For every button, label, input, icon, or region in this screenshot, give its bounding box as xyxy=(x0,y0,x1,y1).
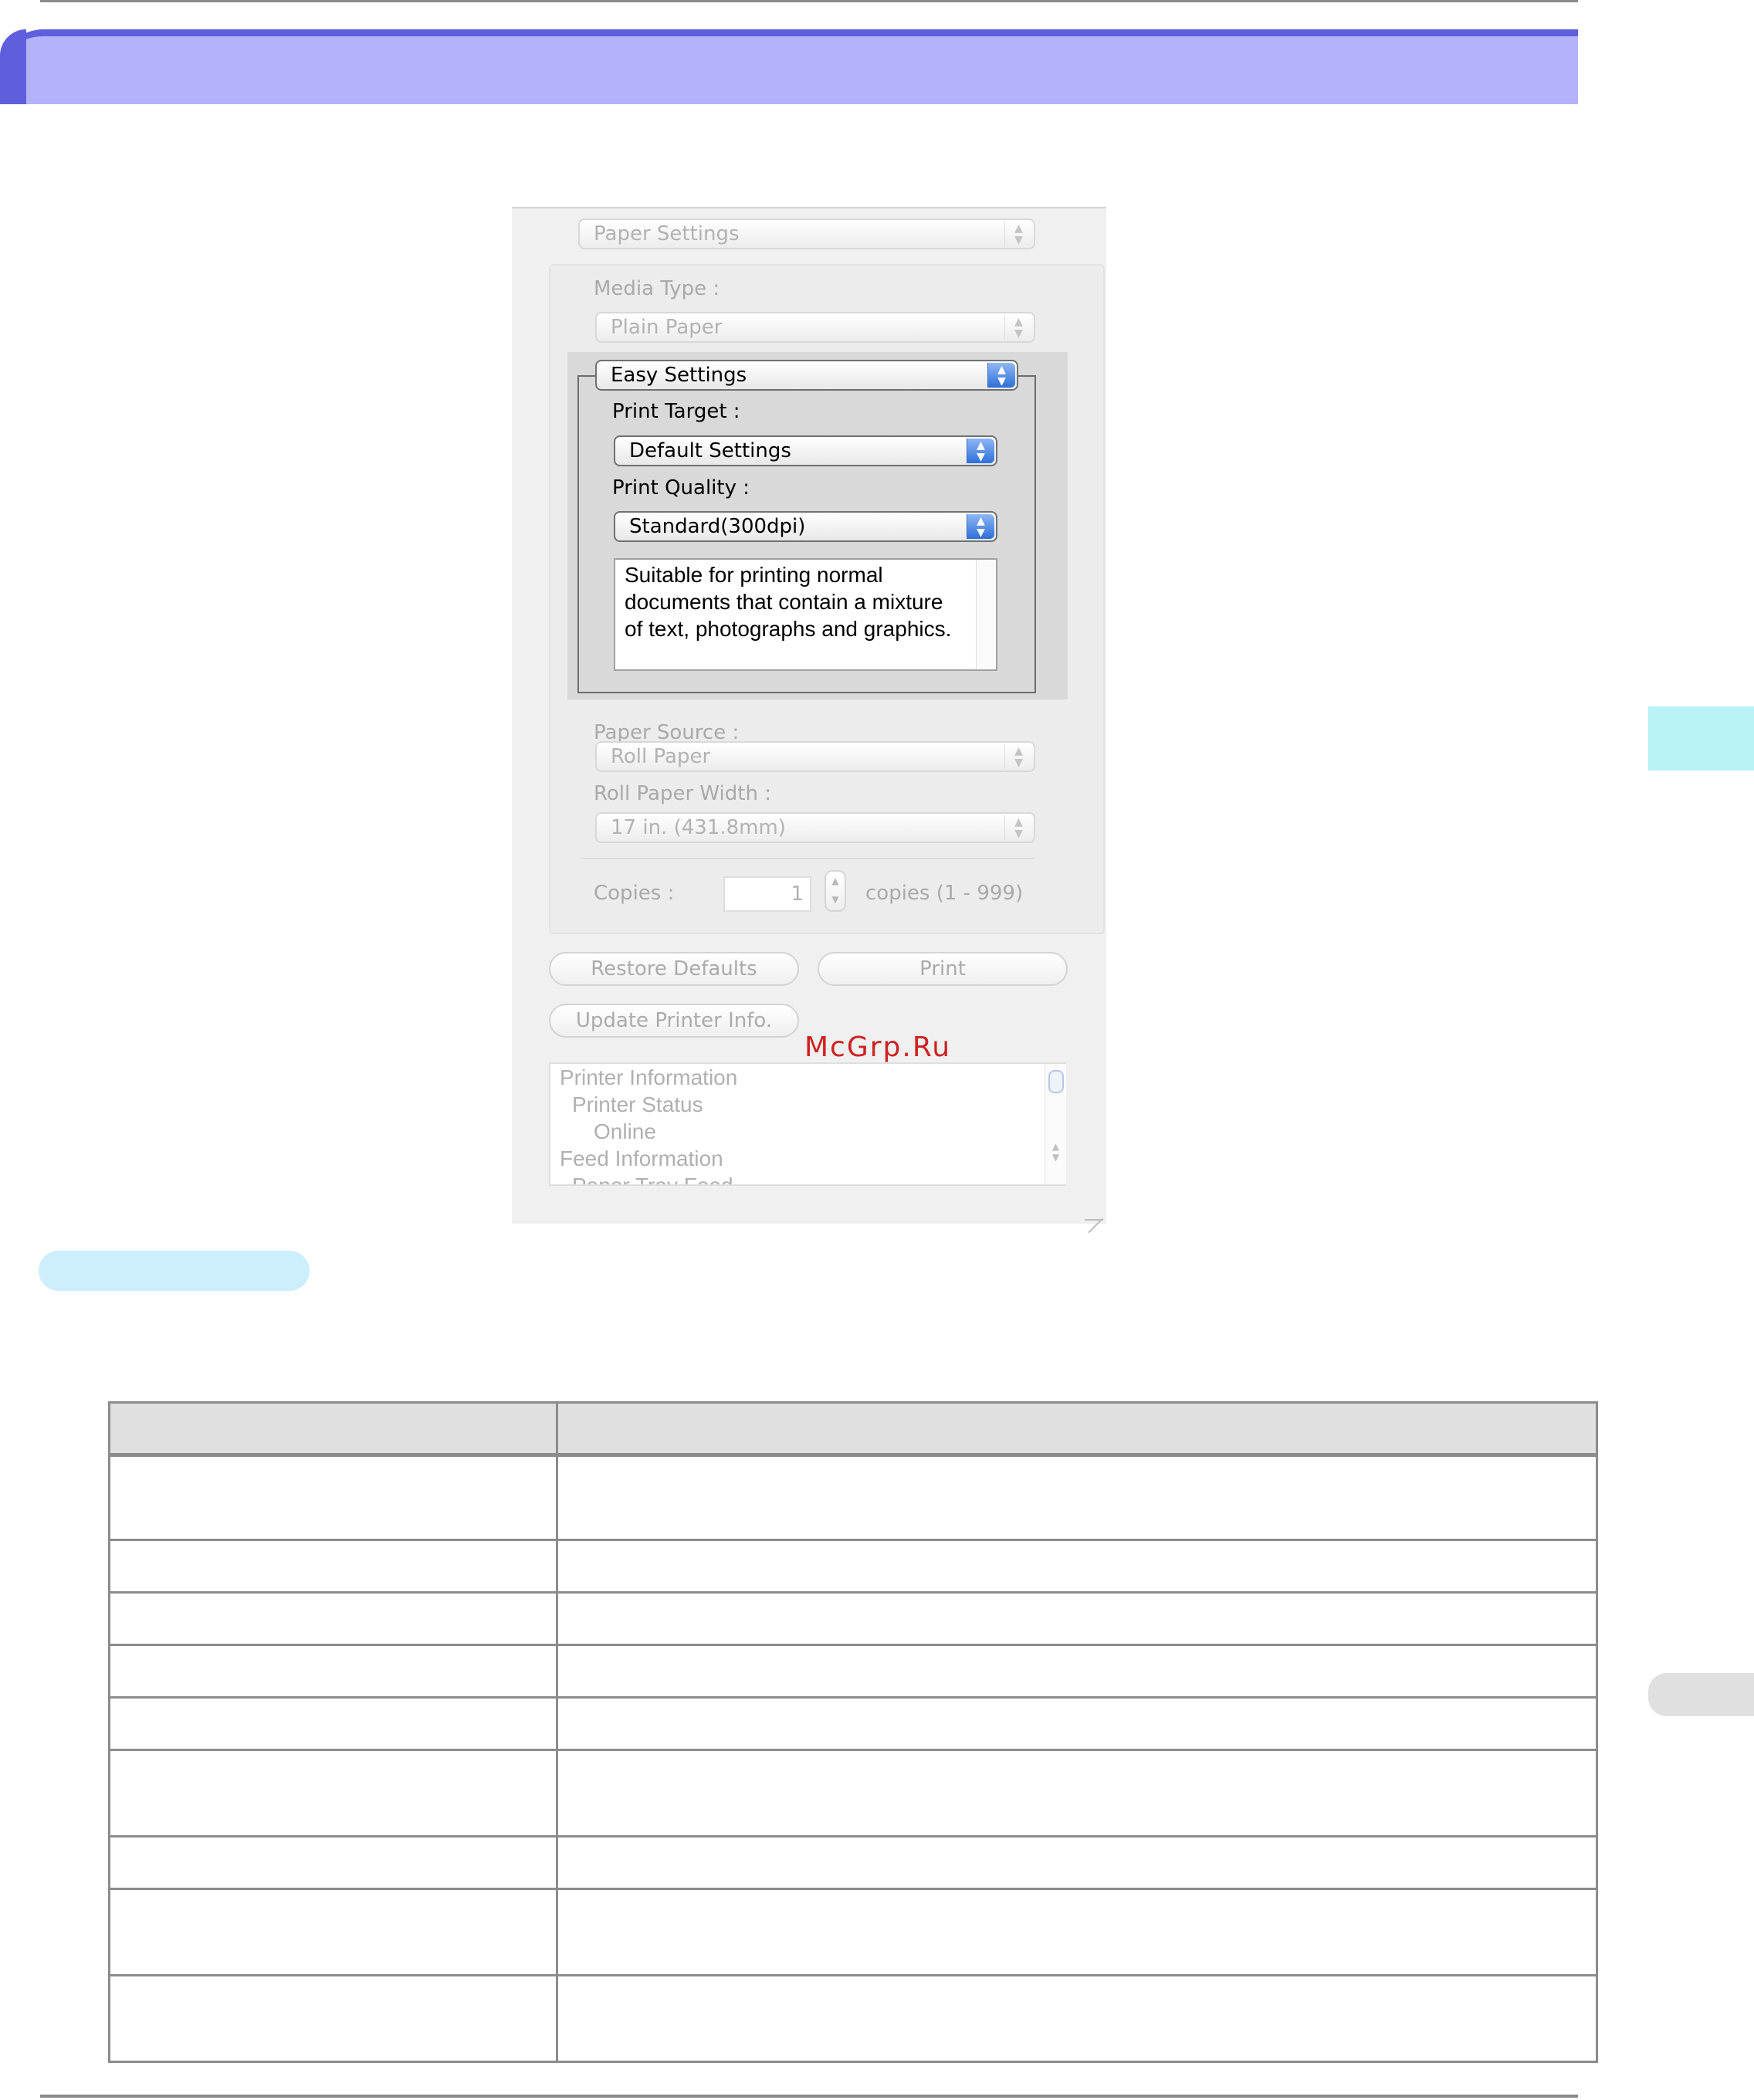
copies-range-label: copies (1 - 999) xyxy=(865,882,1024,905)
divider xyxy=(581,858,1035,859)
table-row xyxy=(108,1591,1598,1646)
restore-defaults-button[interactable]: Restore Defaults xyxy=(549,952,799,986)
table-cell xyxy=(108,1454,558,1541)
up-down-chevron-icon: ▲ ▼ xyxy=(967,514,994,539)
table-row xyxy=(108,1539,1598,1594)
print-quality-label: Print Quality : xyxy=(612,476,750,500)
table-cell xyxy=(108,1749,558,1838)
table-cell xyxy=(108,1974,558,2063)
bottom-rule xyxy=(40,2095,1578,2098)
top-rule xyxy=(40,0,1578,2)
table-cell xyxy=(556,1974,1598,2063)
paper-source-value: Roll Paper xyxy=(611,745,711,768)
table-cell xyxy=(108,1696,558,1751)
table-header-cell xyxy=(556,1401,1598,1457)
print-dialog-panel: Paper Settings ▲ ▼ Media Type : Plain Pap… xyxy=(512,207,1106,1224)
list-item[interactable]: Printer Information xyxy=(560,1064,1065,1091)
print-quality-popup[interactable]: Standard(300dpi) ▲ ▼ xyxy=(614,511,997,542)
up-down-chevron-icon: ▲ ▼ xyxy=(967,439,994,463)
resize-grip-icon[interactable] xyxy=(1085,1202,1103,1221)
chapter-header-band xyxy=(0,29,1578,104)
settings-table xyxy=(108,1401,1598,2063)
list-item[interactable]: Paper Tray Feed xyxy=(560,1172,1065,1184)
table-cell xyxy=(556,1696,1598,1751)
print-target-value: Default Settings xyxy=(629,439,791,462)
watermark: McGrp.Ru xyxy=(804,1031,952,1063)
info-list-scrollbar[interactable]: ▲ ▼ xyxy=(1045,1064,1066,1184)
table-row xyxy=(108,1454,1598,1541)
scroll-arrows-icon[interactable]: ▲ ▼ xyxy=(1045,1141,1066,1163)
up-down-chevron-icon: ▲ ▼ xyxy=(1004,315,1032,340)
printer-info-list[interactable]: Printer Information Printer Status Onlin… xyxy=(549,1062,1066,1186)
paper-settings-popup-label: Paper Settings xyxy=(594,222,740,246)
table-cell xyxy=(556,1591,1598,1646)
table-cell xyxy=(108,1644,558,1699)
easy-settings-popup-label: Easy Settings xyxy=(611,364,747,387)
table-row xyxy=(108,1749,1598,1838)
up-down-chevron-icon: ▲ ▼ xyxy=(987,363,1015,388)
table-cell xyxy=(556,1539,1598,1594)
table-cell xyxy=(556,1888,1598,1976)
copies-label: Copies : xyxy=(594,882,675,905)
side-index-tab[interactable] xyxy=(1648,706,1754,771)
table-row xyxy=(108,1974,1598,2063)
chapter-header-accent xyxy=(0,29,26,104)
up-down-chevron-icon: ▲ ▼ xyxy=(1004,815,1032,840)
print-button[interactable]: Print xyxy=(818,952,1068,986)
up-down-chevron-icon: ▲ ▼ xyxy=(1004,222,1032,246)
table-header-row xyxy=(108,1401,1598,1457)
easy-settings-popup[interactable]: Easy Settings ▲ ▼ xyxy=(595,360,1018,391)
list-item[interactable]: Printer Status xyxy=(560,1091,1065,1118)
section-heading-pill xyxy=(39,1251,310,1291)
quality-description-text: Suitable for printing normal documents t… xyxy=(625,563,952,641)
description-scrollbar[interactable] xyxy=(976,560,996,669)
table-cell xyxy=(556,1454,1598,1541)
table-cell xyxy=(556,1749,1598,1838)
copies-input[interactable]: 1 xyxy=(723,876,811,912)
table-row xyxy=(108,1888,1598,1976)
list-item[interactable]: Online xyxy=(560,1118,1065,1145)
media-type-popup[interactable]: Plain Paper ▲ ▼ xyxy=(595,312,1035,343)
table-row xyxy=(108,1644,1598,1699)
table-cell xyxy=(108,1591,558,1646)
table-cell xyxy=(108,1539,558,1594)
table-cell xyxy=(108,1835,558,1890)
scrollbar-thumb[interactable] xyxy=(1048,1070,1064,1093)
roll-width-label: Roll Paper Width : xyxy=(594,782,771,805)
print-target-popup[interactable]: Default Settings ▲ ▼ xyxy=(614,435,997,466)
roll-width-popup[interactable]: 17 in. (431.8mm) ▲ ▼ xyxy=(595,812,1035,843)
table-cell xyxy=(108,1888,558,1976)
paper-settings-popup[interactable]: Paper Settings ▲ ▼ xyxy=(578,218,1035,249)
print-target-label: Print Target : xyxy=(612,400,740,423)
stepper-icon[interactable]: ▲ ▼ xyxy=(825,870,846,912)
table-cell xyxy=(556,1644,1598,1699)
quality-description-box: Suitable for printing normal documents t… xyxy=(614,558,997,671)
table-cell xyxy=(556,1835,1598,1890)
list-item[interactable]: Feed Information xyxy=(560,1145,1065,1172)
print-quality-value: Standard(300dpi) xyxy=(629,515,806,538)
up-down-chevron-icon: ▲ ▼ xyxy=(1004,744,1032,769)
roll-width-value: 17 in. (431.8mm) xyxy=(611,816,786,839)
table-row xyxy=(108,1835,1598,1890)
table-row xyxy=(108,1696,1598,1751)
media-type-value: Plain Paper xyxy=(611,316,723,339)
paper-source-popup[interactable]: Roll Paper ▲ ▼ xyxy=(595,741,1035,772)
side-nav-tab[interactable] xyxy=(1648,1673,1754,1716)
update-printer-info-button[interactable]: Update Printer Info. xyxy=(549,1004,799,1038)
table-header-cell xyxy=(108,1401,558,1457)
media-type-label: Media Type : xyxy=(594,277,720,300)
